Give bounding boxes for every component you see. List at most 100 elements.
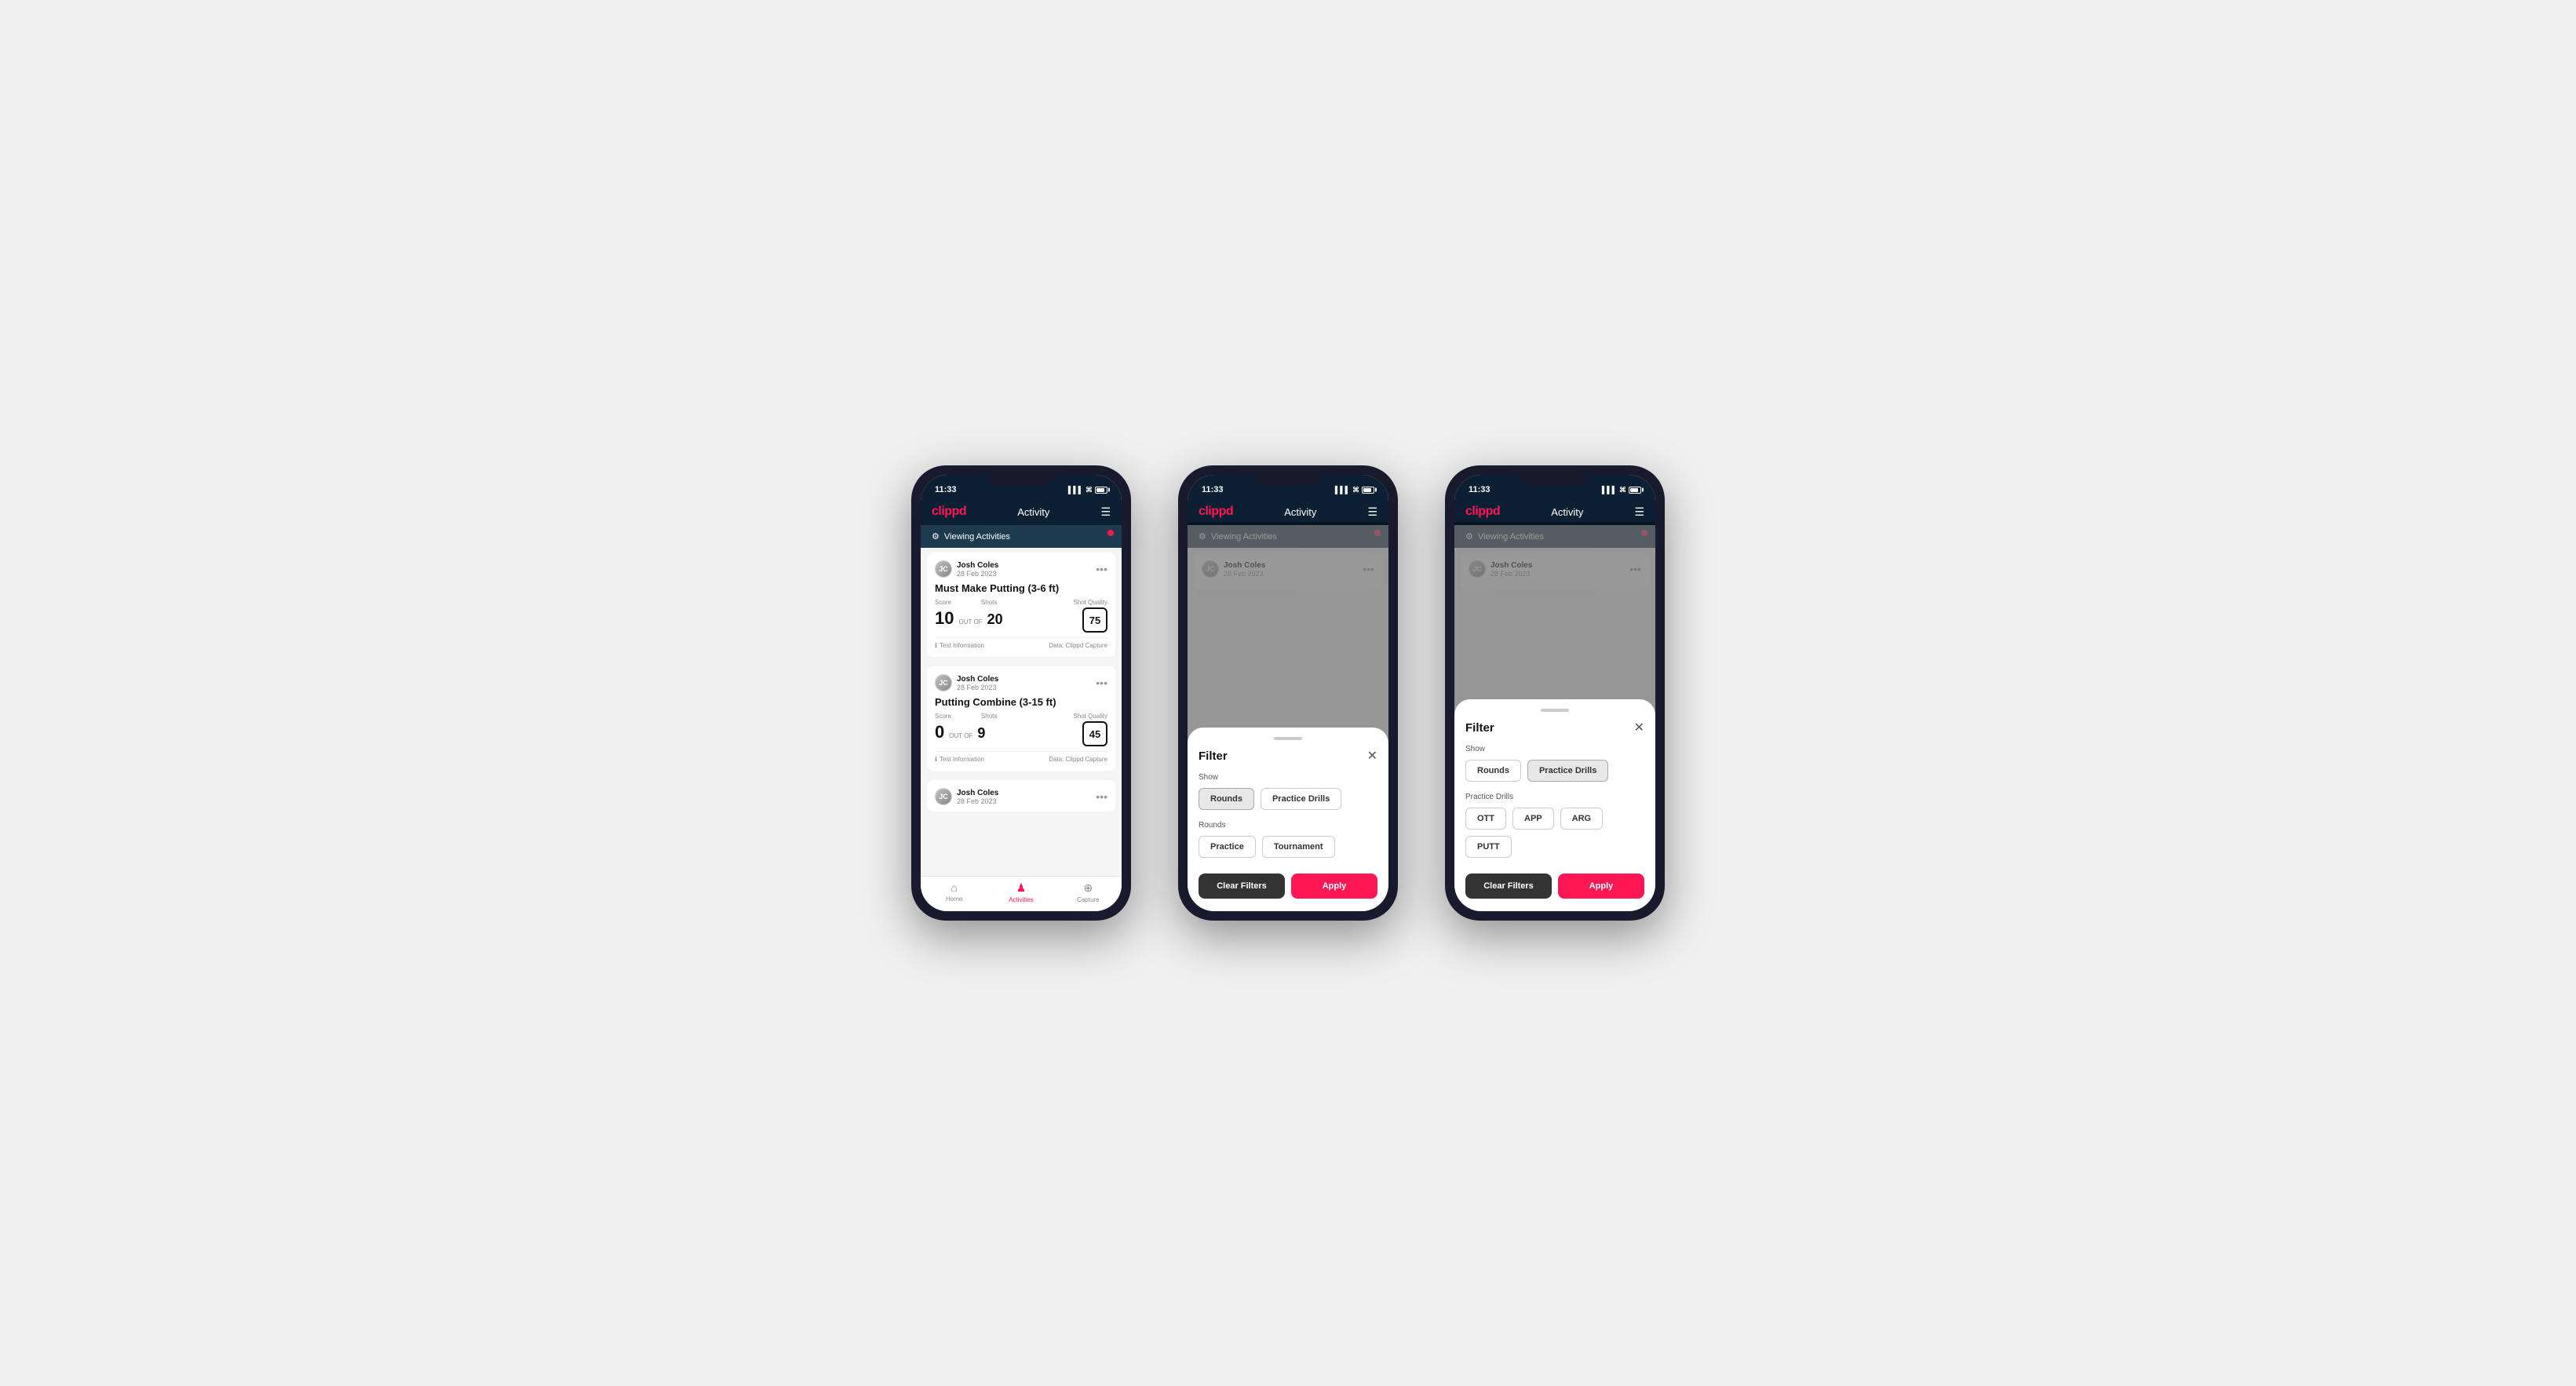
activity-card-3[interactable]: JC Josh Coles 28 Feb 2023 ••• <box>927 780 1115 812</box>
practice-drills-section-label-3: Practice Drills <box>1465 793 1644 801</box>
card-footer-1: ℹ Test Information Data: Clippd Capture <box>935 637 1107 649</box>
status-icons-2: ▌▌▌ ⌘ <box>1335 486 1374 494</box>
status-icons-1: ▌▌▌ ⌘ <box>1068 486 1107 494</box>
score-label-2: Score <box>935 713 951 720</box>
shotquality-label-1: Shot Quality <box>1073 599 1107 606</box>
home-icon-1: ⌂ <box>950 881 957 894</box>
signal-icon: ▌▌▌ <box>1068 486 1083 494</box>
user-details-3: Josh Coles 28 Feb 2023 <box>957 789 998 805</box>
apply-btn-2[interactable]: Apply <box>1291 874 1377 899</box>
clear-filters-btn-2[interactable]: Clear Filters <box>1199 874 1285 899</box>
shots-label-2: Shots <box>981 713 997 720</box>
viewing-bar-1[interactable]: ⚙ Viewing Activities <box>921 525 1122 548</box>
more-dots-1[interactable]: ••• <box>1096 563 1107 575</box>
wifi-icon: ⌘ <box>1085 486 1093 494</box>
card-header-2: JC Josh Coles 28 Feb 2023 ••• <box>935 674 1107 691</box>
avatar-3: JC <box>935 788 952 805</box>
filter-title-2: Filter <box>1199 750 1228 763</box>
user-info-3: JC Josh Coles 28 Feb 2023 <box>935 788 998 805</box>
logo-1: clippd <box>932 505 966 519</box>
apply-btn-3[interactable]: Apply <box>1558 874 1644 899</box>
activities-label-1: Activities <box>1009 896 1034 903</box>
show-label-3: Show <box>1465 745 1644 753</box>
time-1: 11:33 <box>935 485 957 494</box>
card-title-2: Putting Combine (3-15 ft) <box>935 696 1107 708</box>
logo-3: clippd <box>1465 505 1500 519</box>
notch-3 <box>1520 465 1590 486</box>
home-label-1: Home <box>946 895 962 903</box>
score-label-1: Score <box>935 599 951 606</box>
filter-close-2[interactable]: ✕ <box>1367 748 1377 764</box>
content-1: ⚙ Viewing Activities JC Josh Coles <box>921 525 1122 876</box>
shots-label-1: Shots <box>981 599 997 606</box>
signal-icon-3: ▌▌▌ <box>1602 486 1617 494</box>
signal-icon-2: ▌▌▌ <box>1335 486 1350 494</box>
user-date-3: 28 Feb 2023 <box>957 797 998 805</box>
tournament-btn-2[interactable]: Tournament <box>1262 836 1335 858</box>
status-icons-3: ▌▌▌ ⌘ <box>1602 486 1641 494</box>
filter-icon-1: ⚙ <box>932 531 940 542</box>
footer-data-1: Data: Clippd Capture <box>1049 642 1107 649</box>
phone-3: 11:33 ▌▌▌ ⌘ clippd Activity ☰ ⚙ <box>1445 465 1665 921</box>
time-3: 11:33 <box>1469 485 1491 494</box>
more-dots-2[interactable]: ••• <box>1096 677 1107 689</box>
user-details-2: Josh Coles 28 Feb 2023 <box>957 675 998 691</box>
show-buttons-3: Rounds Practice Drills <box>1465 760 1644 782</box>
drills-buttons-3: OTT APP ARG PUTT <box>1465 808 1644 858</box>
practice-drills-btn-3[interactable]: Practice Drills <box>1527 760 1608 782</box>
viewing-dot-1 <box>1107 530 1114 536</box>
more-dots-3[interactable]: ••• <box>1096 790 1107 803</box>
filter-header-2: Filter ✕ <box>1199 748 1377 764</box>
shots-value-1: 20 <box>987 611 1003 628</box>
card-footer-2: ℹ Test Information Data: Clippd Capture <box>935 751 1107 763</box>
nav-home-1[interactable]: ⌂ Home <box>921 881 987 903</box>
user-info-2: JC Josh Coles 28 Feb 2023 <box>935 674 998 691</box>
filter-sheet-3: Filter ✕ Show Rounds Practice Drills Pra… <box>1454 699 1655 911</box>
header-title-1: Activity <box>1017 506 1049 518</box>
logo-2: clippd <box>1199 505 1233 519</box>
clear-filters-btn-3[interactable]: Clear Filters <box>1465 874 1552 899</box>
rounds-buttons-2: Practice Tournament <box>1199 836 1377 858</box>
filter-header-3: Filter ✕ <box>1465 720 1644 735</box>
score-value-1: 10 <box>935 608 954 629</box>
rounds-btn-3[interactable]: Rounds <box>1465 760 1521 782</box>
activity-card-2[interactable]: JC Josh Coles 28 Feb 2023 ••• Putting Co… <box>927 666 1115 771</box>
show-buttons-2: Rounds Practice Drills <box>1199 788 1377 810</box>
rounds-section-label-2: Rounds <box>1199 821 1377 830</box>
practice-drills-btn-2[interactable]: Practice Drills <box>1261 788 1341 810</box>
putt-btn-3[interactable]: PUTT <box>1465 836 1512 858</box>
battery-icon-3 <box>1629 487 1641 494</box>
user-details-1: Josh Coles 28 Feb 2023 <box>957 561 998 578</box>
activity-card-1[interactable]: JC Josh Coles 28 Feb 2023 ••• Must Make … <box>927 553 1115 657</box>
score-value-2: 0 <box>935 722 944 742</box>
shotquality-label-2: Shot Quality <box>1073 713 1107 720</box>
shots-value-2: 9 <box>977 725 985 742</box>
filter-close-3[interactable]: ✕ <box>1634 720 1644 735</box>
phone-1: 11:33 ▌▌▌ ⌘ clippd Activity ☰ ⚙ <box>911 465 1131 921</box>
wifi-icon-3: ⌘ <box>1619 486 1626 494</box>
menu-icon-1[interactable]: ☰ <box>1100 505 1111 519</box>
viewing-bar-text-1: Viewing Activities <box>944 532 1010 542</box>
practice-btn-2[interactable]: Practice <box>1199 836 1256 858</box>
arg-btn-3[interactable]: ARG <box>1560 808 1603 830</box>
card-header-1: JC Josh Coles 28 Feb 2023 ••• <box>935 560 1107 578</box>
nav-capture-1[interactable]: ⊕ Capture <box>1055 881 1122 903</box>
sheet-handle-3 <box>1541 709 1569 712</box>
avatar-2: JC <box>935 674 952 691</box>
ott-btn-3[interactable]: OTT <box>1465 808 1506 830</box>
app-btn-3[interactable]: APP <box>1512 808 1554 830</box>
shot-quality-1: 75 <box>1082 607 1107 633</box>
menu-icon-2[interactable]: ☰ <box>1367 505 1377 519</box>
user-name-3: Josh Coles <box>957 789 998 797</box>
shot-quality-2: 45 <box>1082 721 1107 746</box>
menu-icon-3[interactable]: ☰ <box>1634 505 1644 519</box>
time-2: 11:33 <box>1202 485 1224 494</box>
avatar-1: JC <box>935 560 952 578</box>
phone-3-inner: 11:33 ▌▌▌ ⌘ clippd Activity ☰ ⚙ <box>1454 475 1655 911</box>
filter-actions-2: Clear Filters Apply <box>1199 874 1377 899</box>
sheet-handle-2 <box>1274 737 1302 740</box>
nav-activities-1[interactable]: ♟ Activities <box>987 881 1054 903</box>
filter-sheet-2: Filter ✕ Show Rounds Practice Drills Rou… <box>1188 728 1388 911</box>
footer-info-2: ℹ Test Information <box>935 756 984 763</box>
rounds-btn-2[interactable]: Rounds <box>1199 788 1254 810</box>
